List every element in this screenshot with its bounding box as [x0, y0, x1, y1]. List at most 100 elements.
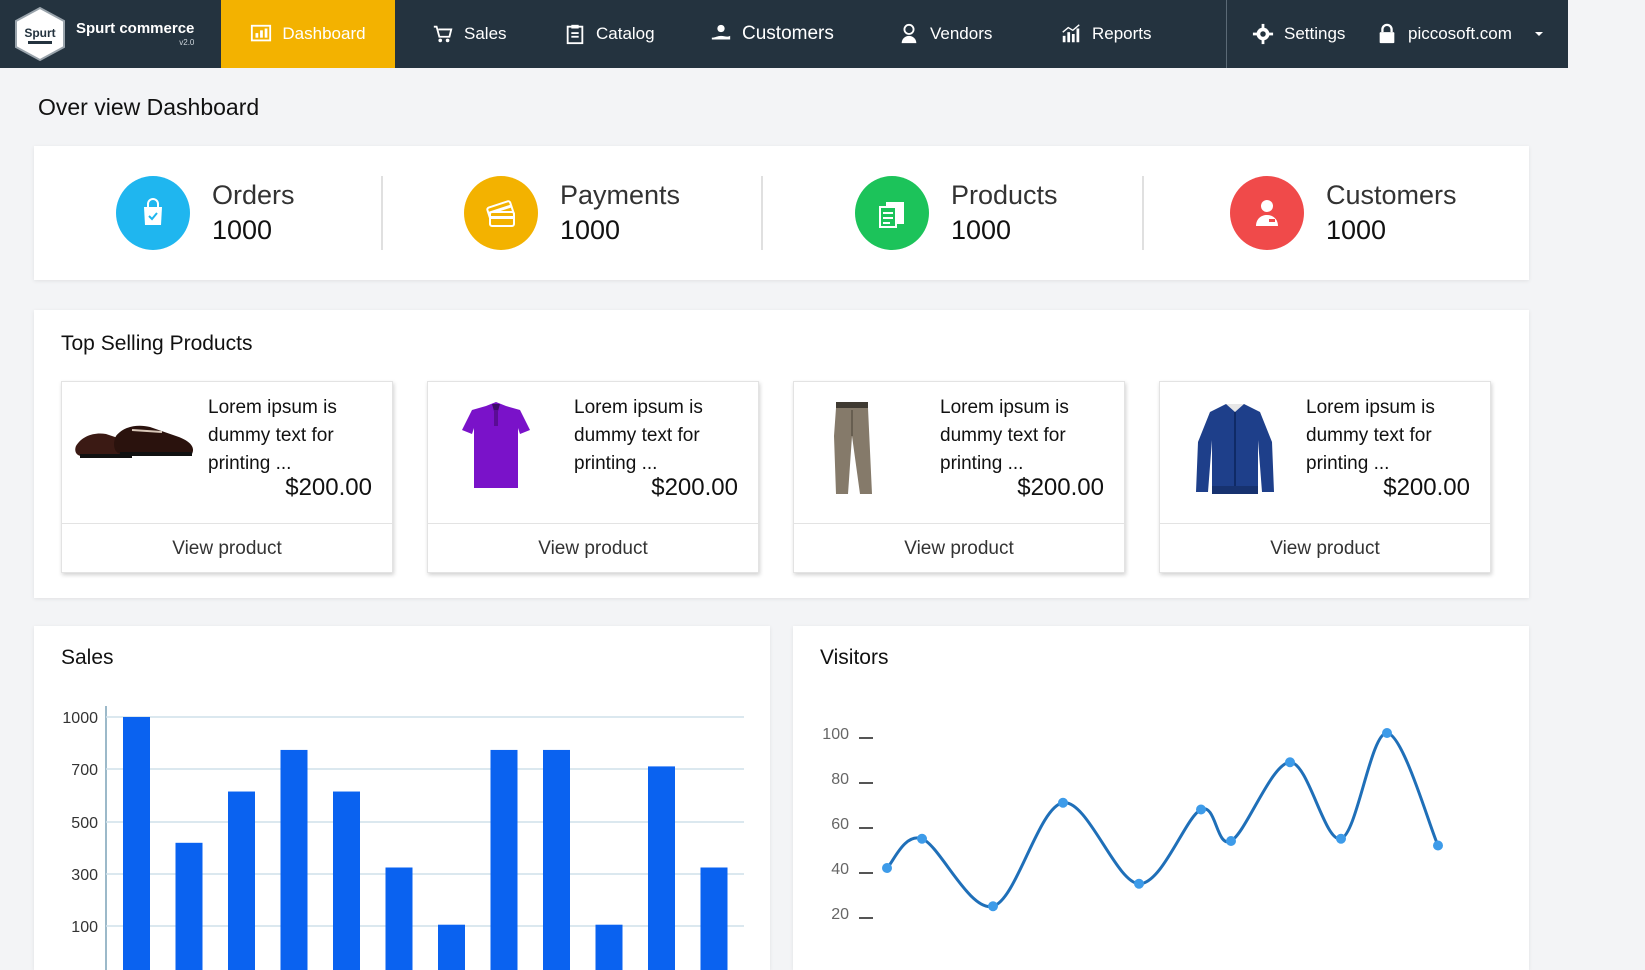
brand-badge-icon: Spurt	[12, 6, 68, 62]
visitors-point[interactable]	[1285, 757, 1295, 768]
stat-payments-value: 1000	[560, 215, 621, 245]
nav-sales[interactable]: Sales	[432, 0, 507, 68]
visitors-y-tick-label: 80	[831, 771, 849, 788]
reports-chart-icon	[1062, 24, 1080, 43]
stat-customers-label: Customers	[1326, 179, 1457, 210]
nav-dashboard-label: Dashboard	[282, 24, 366, 43]
visitors-point[interactable]	[1058, 797, 1068, 808]
view-product-button[interactable]: View product	[794, 523, 1124, 573]
stat-divider	[381, 176, 383, 250]
customer-hand-icon	[711, 24, 731, 40]
jacket-image	[1196, 404, 1274, 494]
brand-name: Spurt commerce	[76, 20, 195, 37]
visitors-point[interactable]	[1196, 804, 1206, 815]
sales-bar[interactable]	[175, 842, 203, 970]
sales-bar[interactable]	[595, 924, 623, 970]
nav-vendors-label: Vendors	[930, 24, 993, 43]
visitors-point[interactable]	[1433, 840, 1443, 851]
vendor-person-icon	[901, 23, 917, 44]
visitors-point[interactable]	[1382, 728, 1392, 738]
clipboard-icon	[566, 24, 584, 45]
shopping-bag-icon	[116, 176, 190, 250]
stat-customers[interactable]: Customers 1000	[1230, 146, 1457, 280]
stat-payments[interactable]: Payments 1000	[464, 146, 680, 280]
nav-settings-label: Settings	[1284, 24, 1346, 43]
chevron-down-icon[interactable]	[1532, 28, 1546, 40]
customer-user-icon	[1230, 176, 1304, 250]
view-product-button[interactable]: View product	[1160, 523, 1490, 573]
stat-divider	[1142, 176, 1144, 250]
sales-bar[interactable]	[543, 749, 570, 970]
sales-bar[interactable]	[438, 924, 465, 970]
visitors-point[interactable]	[917, 833, 927, 844]
nav-sales-label: Sales	[464, 24, 507, 43]
nav-dashboard[interactable]: Dashboard	[221, 0, 395, 68]
visitors-line	[885, 731, 1440, 908]
sales-bar[interactable]	[280, 749, 308, 970]
visitors-y-tick-label: 100	[822, 726, 849, 743]
nav-divider	[1226, 0, 1227, 68]
products-box-icon	[855, 176, 929, 250]
nav-customers-label: Customers	[742, 23, 834, 44]
sales-bar[interactable]	[228, 791, 255, 970]
sales-bar[interactable]	[385, 867, 413, 970]
nav-settings[interactable]: Settings	[1252, 0, 1345, 68]
top-navigation-bar: Spurt Spurt commerce v2.0 Dashboard Sale…	[0, 0, 1568, 68]
dashboard-chart-icon	[251, 24, 272, 42]
view-product-button[interactable]: View product	[428, 523, 758, 573]
nav-account-label: piccosoft.com	[1408, 24, 1512, 43]
brand-version: v2.0	[179, 38, 195, 47]
stat-payments-label: Payments	[560, 179, 681, 210]
sales-bar-chart: 1000 700 500 300 100	[62, 706, 744, 970]
sales-chart-panel: Sales 1000 700 500 300 100	[34, 626, 770, 970]
visitors-point[interactable]	[1134, 878, 1144, 889]
nav-customers[interactable]: Customers	[710, 0, 834, 68]
visitors-point[interactable]	[1226, 836, 1236, 846]
stat-orders[interactable]: Orders 1000	[116, 146, 295, 280]
product-price: $200.00	[285, 474, 372, 501]
visitors-point[interactable]	[988, 901, 998, 912]
stat-divider	[761, 176, 763, 250]
product-name: Lorem ipsum is dummy text for printing .…	[940, 397, 1069, 474]
lock-icon	[1379, 23, 1395, 44]
product-name: Lorem ipsum is dummy text for printing .…	[208, 397, 337, 474]
sales-y-tick-label: 300	[71, 867, 98, 884]
nav-account[interactable]: piccosoft.com	[1376, 0, 1512, 68]
product-card[interactable]: Lorem ipsum is dummy text for printing .…	[61, 381, 393, 573]
visitors-point[interactable]	[1336, 833, 1346, 844]
visitors-chart-panel: Visitors 100 80 60 40 20	[793, 626, 1529, 970]
stat-orders-value: 1000	[212, 215, 273, 245]
sales-bar[interactable]	[123, 717, 150, 970]
sales-y-tick-label: 700	[71, 762, 98, 779]
stats-panel: Orders 1000 Payments 1000 Products 1000 …	[34, 146, 1529, 280]
visitors-y-tick-label: 60	[831, 816, 849, 833]
sales-y-tick-label: 1000	[62, 710, 98, 727]
product-card[interactable]: Lorem ipsum is dummy text for printing .…	[427, 381, 759, 573]
stat-orders-label: Orders	[212, 179, 295, 210]
sales-bar[interactable]	[333, 791, 360, 970]
stat-products-value: 1000	[951, 215, 1012, 245]
top-selling-panel: Top Selling Products Lorem ipsum is dumm…	[34, 310, 1529, 598]
product-name: Lorem ipsum is dummy text for printing .…	[1306, 397, 1435, 474]
sales-bar[interactable]	[648, 766, 675, 970]
product-price: $200.00	[651, 474, 738, 501]
product-card[interactable]: Lorem ipsum is dummy text for printing .…	[1159, 381, 1491, 573]
brand-logo[interactable]: Spurt Spurt commerce v2.0	[0, 0, 221, 68]
stat-products[interactable]: Products 1000	[855, 146, 1058, 280]
view-product-button[interactable]: View product	[62, 523, 392, 573]
nav-catalog[interactable]: Catalog	[564, 0, 655, 68]
trousers-image	[834, 402, 872, 494]
top-selling-title: Top Selling Products	[61, 332, 253, 355]
product-price: $200.00	[1017, 474, 1104, 501]
sales-bar[interactable]	[490, 749, 518, 970]
product-price: $200.00	[1383, 474, 1470, 501]
nav-vendors[interactable]: Vendors	[898, 0, 992, 68]
product-card[interactable]: Lorem ipsum is dummy text for printing .…	[793, 381, 1125, 573]
sales-y-tick-label: 500	[71, 815, 98, 832]
visitors-y-tick-label: 40	[831, 861, 849, 878]
visitors-point[interactable]	[882, 863, 892, 873]
sales-y-tick-label: 100	[71, 919, 98, 936]
nav-reports[interactable]: Reports	[1060, 0, 1152, 68]
cart-icon	[433, 25, 453, 43]
sales-bar[interactable]	[700, 867, 728, 970]
